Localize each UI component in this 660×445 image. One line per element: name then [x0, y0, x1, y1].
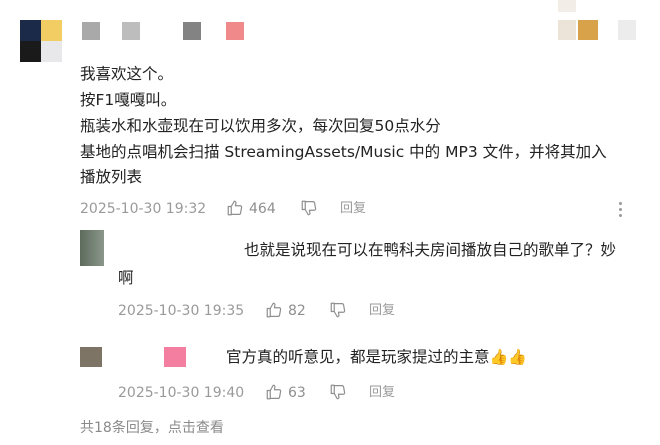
thumbs-up-emoji-icon: 👍👍: [489, 348, 527, 366]
reply-2-avatar[interactable]: [80, 347, 102, 367]
commenter-avatar[interactable]: [20, 20, 62, 62]
like-count: 464: [249, 201, 276, 217]
reply-button[interactable]: 回复: [340, 200, 366, 218]
view-all-replies-link[interactable]: 共18条回复，点击查看: [80, 417, 224, 437]
thumbs-down-icon[interactable]: [329, 301, 347, 319]
thumbs-down-icon[interactable]: [300, 199, 318, 217]
comment-line-5: 播放列表: [80, 168, 143, 186]
comment-line-1: 我喜欢这个。: [80, 65, 174, 83]
redacted-username: [80, 20, 260, 42]
reply-1-like-count: 82: [288, 303, 306, 319]
reply-1-reply-button[interactable]: 回复: [369, 302, 395, 320]
comment-line-3: 瓶装水和水壶现在可以饮用多次，每次回复50点水分: [80, 117, 441, 135]
redacted-header-right: [540, 0, 650, 45]
reply-2-timestamp: 2025-10-30 19:40: [118, 385, 245, 401]
reply-1-line-1: 也就是说现在可以在鸭科夫房间播放自己的歌单了？妙: [244, 241, 617, 259]
comment-line-2: 按F1嘎嘎叫。: [80, 91, 177, 109]
thumbs-up-icon[interactable]: [226, 199, 244, 217]
reply-1-timestamp: 2025-10-30 19:35: [118, 303, 245, 319]
reply-2-reply-button[interactable]: 回复: [369, 384, 395, 402]
comment-timestamp: 2025-10-30 19:32: [80, 201, 207, 217]
thumbs-up-icon[interactable]: [265, 383, 283, 401]
thumbs-up-icon[interactable]: [265, 301, 283, 319]
reply-2-text-content: 官方真的听意见，都是玩家提过的主意: [226, 348, 490, 366]
comment-line-4: 基地的点唱机会扫描 StreamingAssets/Music 中的 MP3 文…: [80, 143, 607, 161]
thumbs-down-icon[interactable]: [329, 383, 347, 401]
reply-1-line-2: 啊: [118, 269, 134, 287]
reply-1-avatar[interactable]: [80, 230, 104, 266]
more-options-icon[interactable]: [619, 202, 623, 220]
reply-2-redacted-name: [164, 347, 186, 367]
reply-2-text: 官方真的听意见，都是玩家提过的主意👍👍: [226, 347, 527, 367]
reply-2-like-count: 63: [288, 385, 306, 401]
